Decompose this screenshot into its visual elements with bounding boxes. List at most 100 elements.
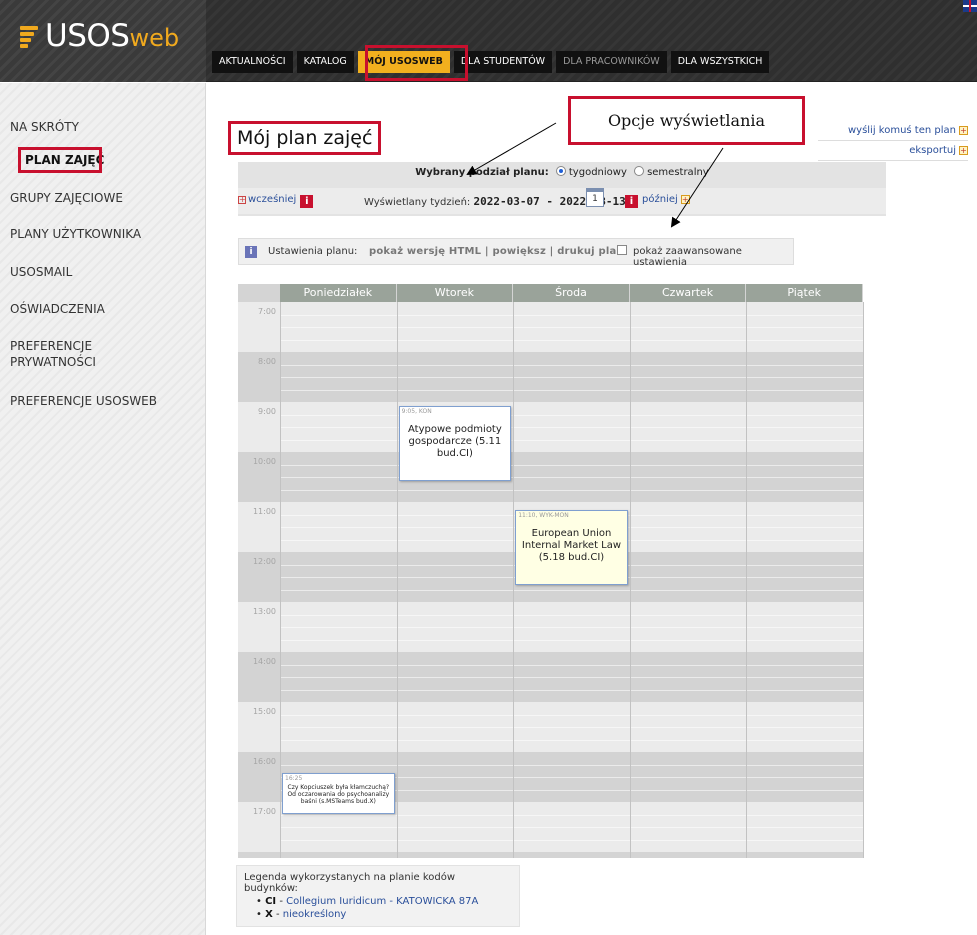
radio-semester[interactable] <box>634 166 645 176</box>
logo-text: USOS <box>45 18 130 54</box>
sidebar-item-na-skroty[interactable]: NA SKRÓTY <box>10 119 79 135</box>
sidebar-item-grupy-zajeciowe[interactable]: GRUPY ZAJĘCIOWE <box>10 190 123 206</box>
event-title: Atypowe podmioty gospodarcze (5.11 bud.C… <box>408 424 502 460</box>
hour-label: 15:00 <box>252 707 276 716</box>
hour-label: 10:00 <box>252 457 276 466</box>
event-time: 9:05, KON <box>401 408 432 416</box>
column-separator <box>513 302 515 858</box>
timetable: Poniedziałek Wtorek Środa Czwartek Piąte… <box>238 284 864 858</box>
info-icon[interactable]: i <box>245 246 257 258</box>
column-separator <box>396 302 398 858</box>
column-separator <box>746 302 748 858</box>
split-selector: Wybrany podział planu: tygodniowy semest… <box>238 162 886 184</box>
sidebar-item-plany-uzytkownika[interactable]: PLANY UŻYTKOWNIKA <box>10 226 141 242</box>
hour-band <box>238 602 863 652</box>
hour-label: 11:00 <box>252 507 276 516</box>
time-column: 7:00 8:00 9:00 10:00 11:00 12:00 13:00 14:00 15:… <box>238 302 280 858</box>
hour-label: 8:00 <box>258 357 276 366</box>
event-title: Czy Kopciuszek była kłamczuchą? Od oczar… <box>287 783 390 805</box>
hour-band <box>238 452 863 502</box>
hour-label: 9:00 <box>258 407 276 416</box>
hour-label: 12:00 <box>252 557 276 566</box>
advanced-settings-label[interactable]: pokaż zaawansowane ustawienia <box>633 246 793 268</box>
column-separator <box>629 302 631 858</box>
day-thursday: Czwartek <box>629 284 747 302</box>
plus-icon: + <box>959 146 968 155</box>
class-event[interactable]: 16:25 Czy Kopciuszek była kłamczuchą? Od … <box>282 772 395 815</box>
hour-label: 13:00 <box>252 607 276 616</box>
tab-katalog[interactable]: KATALOG <box>296 51 354 73</box>
plan-settings-bar: i Ustawienia planu: pokaż wersję HTML | … <box>238 238 794 268</box>
sidebar-item-preferencje-usosweb[interactable]: PREFERENCJE USOSWEB <box>10 393 157 409</box>
info-icon[interactable]: i <box>300 195 314 208</box>
radio-weekly[interactable] <box>555 166 566 176</box>
earlier-link[interactable]: + wcześniej i <box>238 194 317 208</box>
logo-mark-icon <box>20 24 42 48</box>
hour-band <box>238 702 863 752</box>
hour-label: 17:00 <box>252 807 276 816</box>
main-content: Mój plan zajęć Opcje wyświetlania wyślij… <box>207 83 977 935</box>
hour-band <box>238 402 863 452</box>
logo-area: USOS web <box>0 0 206 82</box>
class-event[interactable]: 11:10, WYK-MON European Union Internal Ma… <box>515 510 628 586</box>
radio-weekly-label[interactable]: tygodniowy <box>569 167 627 178</box>
settings-label: Ustawienia planu: <box>268 246 358 257</box>
legend-link[interactable]: nieokreślony <box>283 909 347 920</box>
legend-item: • CI - Collegium Iuridicum - KATOWICKA 8… <box>256 896 479 907</box>
calendar-icon[interactable]: 1 <box>586 188 604 207</box>
top-navigation: AKTUALNOŚCI KATALOG MÓJ USOSWEB DLA STUD… <box>212 51 770 73</box>
hour-label: 16:00 <box>252 757 276 766</box>
plus-icon: + <box>959 126 968 135</box>
tab-dla-wszystkich[interactable]: DLA WSZYSTKICH <box>670 51 770 73</box>
building-legend: Legenda wykorzystanych na planie kodów b… <box>236 865 520 927</box>
sidebar: NA SKRÓTY PLAN ZAJĘĆ GRUPY ZAJĘCIOWE PLA… <box>0 83 206 935</box>
event-title: European Union Internal Market Law (5.18… <box>521 528 622 564</box>
day-monday: Poniedziałek <box>280 284 397 302</box>
sidebar-item-oswiadczenia[interactable]: OŚWIADCZENIA <box>10 301 105 317</box>
hour-band <box>238 302 863 352</box>
html-version-link[interactable]: pokaż wersję HTML <box>369 246 481 257</box>
display-options-callout: Opcje wyświetlania <box>568 96 805 145</box>
event-time: 11:10, WYK-MON <box>518 512 569 520</box>
legend-item: • X - nieokreślony <box>256 909 347 920</box>
hour-label: 7:00 <box>258 307 276 316</box>
sidebar-item-preferencje-prywatnosci[interactable]: PREFERENCJE PRYWATNOŚCI <box>10 338 96 370</box>
plan-actions: wyślij komuś ten plan + eksportuj + <box>818 121 968 161</box>
plan-split-panel: Wybrany podział planu: tygodniowy semest… <box>238 162 886 216</box>
plus-icon: + <box>238 195 246 204</box>
print-link[interactable]: drukuj plan <box>557 246 624 257</box>
settings-links: pokaż wersję HTML | powiększ | drukuj pl… <box>369 246 624 257</box>
sidebar-item-usosmail[interactable]: USOSMAIL <box>10 264 72 280</box>
info-icon[interactable]: i <box>625 195 638 208</box>
column-separator <box>863 302 864 858</box>
day-tuesday: Wtorek <box>396 284 514 302</box>
page-title: Mój plan zajęć <box>228 121 382 155</box>
hour-band <box>238 352 863 402</box>
event-time: 16:25 <box>285 774 303 782</box>
zoom-link[interactable]: powiększ <box>492 246 546 257</box>
tab-dla-pracownikow[interactable]: DLA PRACOWNIKÓW <box>556 51 667 73</box>
week-navigation: + wcześniej i Wyświetlany tydzień: 2022-03… <box>238 188 886 214</box>
day-friday: Piątek <box>746 284 863 302</box>
column-separator <box>280 302 281 858</box>
advanced-settings-checkbox[interactable] <box>617 245 627 255</box>
export-link[interactable]: eksportuj + <box>818 141 968 161</box>
tab-dla-studentow[interactable]: DLA STUDENTÓW <box>453 51 553 73</box>
top-header: USOS web AKTUALNOŚCI KATALOG MÓJ USOSWEB… <box>0 0 977 82</box>
usosweb-logo[interactable]: USOS web <box>20 18 179 54</box>
logo-subtext: web <box>129 24 180 52</box>
uk-flag-icon[interactable] <box>963 0 977 12</box>
hour-band <box>238 652 863 702</box>
active-tab-highlight <box>365 45 468 81</box>
split-label: Wybrany podział planu: <box>415 167 549 178</box>
active-sidebar-highlight <box>18 147 102 173</box>
later-link[interactable]: i później + <box>621 194 690 208</box>
class-event[interactable]: 9:05, KON Atypowe podmioty gospodarcze (5… <box>398 406 512 482</box>
plus-icon: + <box>680 195 690 204</box>
legend-link[interactable]: Collegium Iuridicum - KATOWICKA 87A <box>286 896 478 907</box>
hour-label: 14:00 <box>252 657 276 666</box>
radio-semester-label[interactable]: semestralny <box>647 167 709 178</box>
legend-title: Legenda wykorzystanych na planie kodów b… <box>244 872 456 894</box>
tab-aktualnosci[interactable]: AKTUALNOŚCI <box>212 51 293 73</box>
send-plan-link[interactable]: wyślij komuś ten plan + <box>818 121 968 141</box>
